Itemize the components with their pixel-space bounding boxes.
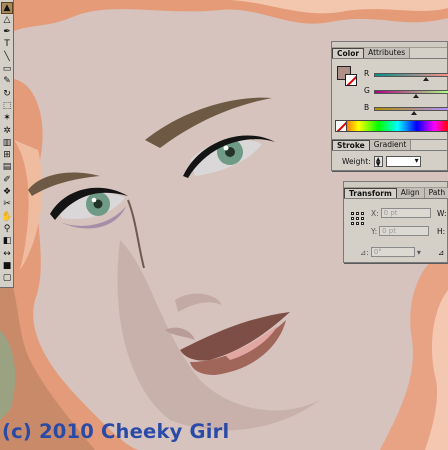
rectangle-tool[interactable]: ▭ (1, 64, 13, 76)
x-label: X: (371, 208, 379, 218)
slider-r-thumb[interactable] (422, 77, 429, 81)
eye-left-glint (91, 197, 97, 203)
slider-b-label: B (364, 103, 370, 112)
mesh-tool[interactable]: ⊞ (1, 150, 13, 162)
type-tool[interactable]: T (1, 39, 13, 51)
color-spectrum[interactable] (335, 120, 448, 132)
fill-stroke-swatch[interactable]: ◧ (1, 236, 13, 248)
weight-row: Weight: ▲ ▼ (342, 156, 421, 168)
stroke-tabs: Stroke Gradient (332, 140, 448, 151)
slider-r-label: R (364, 69, 370, 78)
tab-color[interactable]: Color (332, 48, 365, 58)
watermark: (c) 2010 Cheeky Girl (2, 420, 230, 443)
hand-tool[interactable]: ✋ (1, 211, 13, 223)
color-mode[interactable]: ■ (1, 260, 13, 272)
dropdown-arrow-icon[interactable]: ▾ (417, 248, 421, 257)
y-row: Y: 0 pt (371, 226, 430, 236)
slider-b-thumb[interactable] (410, 111, 417, 115)
slider-g-track[interactable] (374, 90, 448, 94)
color-tabs: Color Attributes (332, 48, 447, 59)
slider-g-label: G (364, 86, 370, 95)
tab-stroke[interactable]: Stroke (332, 140, 370, 150)
warp-tool[interactable]: ✶ (1, 113, 13, 125)
reference-point-grid[interactable] (351, 212, 365, 226)
tab-attributes[interactable]: Attributes (364, 48, 411, 58)
direct-selection-tool[interactable]: △ (1, 14, 13, 26)
stroke-swatch[interactable] (345, 74, 357, 86)
shear-icon: ⊿ (438, 248, 445, 257)
angle-field[interactable]: 0° (370, 247, 415, 257)
eyedropper-tool[interactable]: ✐ (1, 174, 13, 186)
slider-r[interactable]: R (364, 69, 448, 81)
h-label: H: (437, 227, 446, 236)
selection-tool[interactable]: ▲ (1, 2, 13, 14)
y-field[interactable]: 0 pt (379, 226, 430, 236)
rotate-icon: ⊿: (360, 247, 369, 257)
gradient-tool[interactable]: ▤ (1, 162, 13, 174)
color-palette: Color Attributes R G B Stroke Gradient W… (331, 41, 448, 171)
swap-colors[interactable]: ↔ (1, 248, 13, 260)
tab-align[interactable]: Align (396, 188, 425, 198)
weight-spinner[interactable]: ▲ ▼ (373, 156, 383, 168)
tools-palette: ▲ △ ✒ T ╲ ▭ ✎ ↻ ⬚ ✶ ✲ ▥ ⊞ ▤ ✐ ❖ ✂ ✋ ⚲ ◧ ↔ ■ ▢ (0, 0, 14, 288)
pen-tool[interactable]: ✒ (1, 27, 13, 39)
screen-mode[interactable]: ▢ (1, 273, 13, 285)
w-label: W: (437, 209, 447, 218)
weight-field[interactable] (385, 156, 421, 167)
slider-r-track[interactable] (374, 73, 448, 77)
slider-b[interactable]: B (364, 103, 448, 115)
blend-tool[interactable]: ❖ (1, 187, 13, 199)
none-color-box[interactable] (335, 120, 347, 132)
line-tool[interactable]: ╲ (1, 51, 13, 63)
tab-path[interactable]: Path (424, 188, 448, 198)
slider-g[interactable]: G (364, 86, 448, 98)
transform-palette: Transform Align Path X: 0 pt Y: 0 pt W: … (343, 181, 448, 263)
transform-tabs: Transform Align Path (344, 188, 448, 199)
eye-right-glint (223, 145, 229, 151)
scissors-tool[interactable]: ✂ (1, 199, 13, 211)
y-label: Y: (371, 226, 378, 236)
scale-tool[interactable]: ⬚ (1, 100, 13, 112)
slider-g-thumb[interactable] (413, 94, 419, 98)
pencil-tool[interactable]: ✎ (1, 76, 13, 88)
tab-transform[interactable]: Transform (344, 188, 397, 198)
x-field[interactable]: 0 pt (380, 208, 431, 218)
symbol-tool[interactable]: ✲ (1, 125, 13, 137)
weight-label: Weight: (342, 157, 371, 166)
tab-gradient[interactable]: Gradient (369, 140, 412, 150)
stroke-panel: Stroke Gradient Weight: ▲ ▼ (332, 139, 448, 172)
graph-tool[interactable]: ▥ (1, 137, 13, 149)
rotate-tool[interactable]: ↻ (1, 88, 13, 100)
x-row: X: 0 pt (371, 208, 431, 218)
zoom-tool[interactable]: ⚲ (1, 223, 13, 235)
angle-row: ⊿: 0° ▾ (360, 247, 421, 257)
